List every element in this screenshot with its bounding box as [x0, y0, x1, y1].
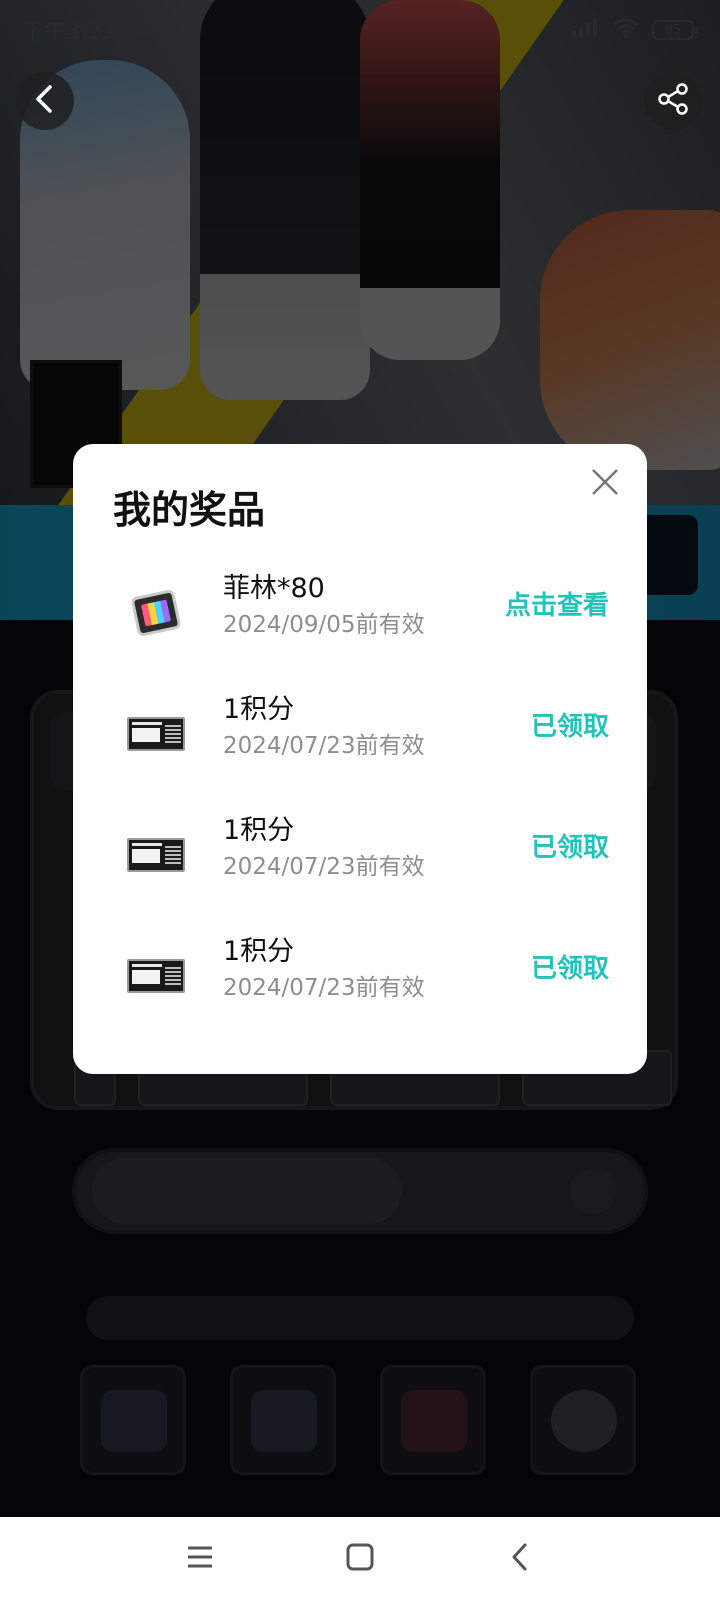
status-time: 下午3:22 — [22, 20, 116, 45]
share-icon — [656, 82, 690, 120]
prize-row: 1积分 2024/07/23前有效 已领取 — [73, 794, 647, 914]
integral-card-icon — [125, 824, 187, 886]
prize-name: 菲林*80 — [223, 573, 325, 604]
system-back-button[interactable] — [500, 1539, 540, 1579]
claimed-status: 已领取 — [530, 833, 609, 863]
integral-card-icon — [125, 945, 187, 1007]
integral-card-icon — [125, 703, 187, 765]
share-button[interactable] — [644, 72, 702, 130]
claimed-status: 已领取 — [530, 954, 609, 984]
prize-row: 菲林*80 2024/09/05前有效 点击查看 — [73, 552, 647, 672]
close-button[interactable] — [585, 464, 625, 504]
menu-button[interactable] — [180, 1539, 220, 1579]
prize-name: 1积分 — [223, 815, 295, 846]
prize-expiry: 2024/07/23前有效 — [223, 733, 425, 759]
prize-name: 1积分 — [223, 936, 295, 967]
chevron-left-icon — [32, 84, 58, 118]
prize-name: 1积分 — [223, 694, 295, 725]
alarm-icon — [161, 15, 185, 45]
my-prizes-dialog: 我的奖品 菲林*80 2024/09/05前有效 点击查看 1积分 2024/0… — [73, 444, 647, 1074]
back-button[interactable] — [16, 72, 74, 130]
chevron-left-icon — [508, 1542, 532, 1576]
status-bar: 下午3:22 95 — [0, 0, 720, 60]
wifi-icon — [612, 17, 640, 44]
home-square-icon — [345, 1542, 375, 1576]
mute-icon — [125, 15, 151, 45]
prize-row: 1积分 2024/07/23前有效 已领取 — [73, 915, 647, 1035]
prize-expiry: 2024/07/23前有效 — [223, 854, 425, 880]
prize-expiry: 2024/09/05前有效 — [223, 612, 425, 638]
view-prize-link[interactable]: 点击查看 — [505, 586, 609, 626]
film-ticket-icon — [125, 582, 187, 644]
home-button[interactable] — [340, 1539, 380, 1579]
menu-icon — [185, 1544, 215, 1574]
system-nav-bar — [0, 1517, 720, 1601]
dialog-title: 我的奖品 — [113, 488, 266, 532]
prize-expiry: 2024/07/23前有效 — [223, 975, 425, 1001]
prize-row: 1积分 2024/07/23前有效 已领取 — [73, 673, 647, 793]
close-icon — [590, 467, 620, 501]
claimed-status: 已领取 — [530, 712, 609, 742]
battery-icon: 95 — [652, 20, 698, 40]
signal-icon — [570, 17, 600, 44]
